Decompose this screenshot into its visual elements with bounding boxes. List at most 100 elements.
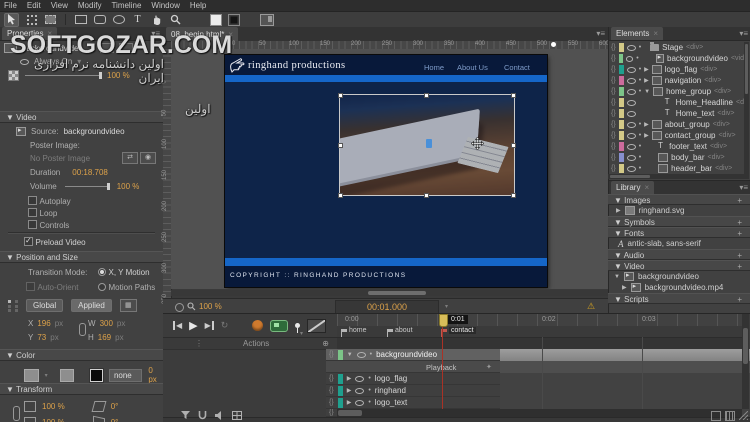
layer-row-logo-flag[interactable]: {} ▶ • logo_flag — [326, 373, 500, 385]
possize-section-header[interactable]: ▼ Position and Size — [0, 251, 163, 263]
global-button[interactable]: Global — [26, 299, 63, 312]
visibility-eye-icon[interactable] — [627, 111, 636, 117]
selection-handle-s[interactable] — [424, 193, 429, 198]
display-eye-icon[interactable] — [20, 59, 29, 65]
motion-paths-radio[interactable] — [98, 283, 106, 291]
visibility-eye-icon[interactable] — [357, 352, 366, 358]
selection-handle-e[interactable] — [511, 143, 516, 148]
volume-slider[interactable] — [65, 186, 109, 187]
library-section-scripts[interactable]: ▼ Scripts+ — [608, 293, 750, 304]
actions-braces-icon[interactable]: {} — [329, 351, 334, 358]
library-tab-close[interactable]: × — [644, 183, 649, 192]
opacity-slider[interactable] — [25, 75, 101, 76]
expand-arrow-icon[interactable]: ▶ — [622, 284, 627, 291]
library-section-images[interactable]: ▼ Images+ — [608, 194, 750, 205]
collapse-arrow-icon[interactable]: ▼ — [347, 352, 353, 358]
lock-dot-icon[interactable]: • — [639, 44, 641, 51]
menu-window[interactable]: Window — [151, 1, 179, 10]
xy-motion-radio[interactable] — [98, 268, 106, 276]
video-section-header[interactable]: ▼ Video — [0, 111, 163, 123]
timeline-v-scrollbar[interactable] — [742, 314, 749, 409]
element-name[interactable]: header_bar — [671, 164, 712, 173]
layer-name[interactable]: backgroundvideo — [376, 350, 437, 359]
foreground-swatch[interactable] — [210, 14, 222, 26]
element-row-contact-group[interactable]: {} • ▶ contact_group <div> — [608, 130, 744, 141]
elements-v-scrollbar[interactable] — [744, 42, 749, 179]
elements-h-scrollbar-thumb[interactable] — [610, 175, 650, 178]
element-name[interactable]: body_bar — [671, 153, 704, 162]
poster-camera-button[interactable]: ◉ — [140, 152, 156, 164]
controls-checkbox[interactable] — [28, 220, 37, 229]
library-section-audio[interactable]: ▼ Audio+ — [608, 249, 750, 260]
rounded-rectangle-tool-icon[interactable] — [93, 14, 106, 26]
fg-color-swatch[interactable] — [60, 369, 75, 382]
actions-braces-icon[interactable]: {} — [611, 154, 616, 161]
wh-link-icon[interactable] — [79, 323, 86, 336]
actions-braces-icon[interactable]: {} — [329, 387, 334, 394]
bg-color-swatch[interactable] — [24, 369, 39, 382]
actions-braces-icon[interactable]: {} — [611, 55, 616, 62]
library-section-video[interactable]: ▼ Video+ — [608, 260, 750, 271]
poster-swap-button[interactable]: ⇄ — [122, 152, 138, 164]
playhead-marker[interactable] — [439, 314, 448, 327]
visibility-eye-icon[interactable] — [627, 45, 636, 51]
element-row-navigation[interactable]: {} • ▶ navigation <div> — [608, 75, 744, 86]
library-panel-menu-icon[interactable]: ▾≡ — [739, 183, 748, 192]
element-row-backgroundvideo[interactable]: {} • backgroundvideo <vid — [608, 53, 744, 64]
label-flag-icon[interactable] — [341, 329, 347, 337]
filter-icon[interactable] — [181, 411, 190, 420]
element-id-field[interactable]: backgroundvideo — [22, 44, 83, 53]
timeline-label-contact[interactable]: contact — [449, 327, 476, 334]
loop-checkbox[interactable] — [28, 208, 37, 217]
visibility-eye-icon[interactable] — [627, 78, 636, 84]
menu-help[interactable]: Help — [190, 1, 206, 10]
lock-dot-icon[interactable]: • — [639, 121, 641, 128]
stage-zoom-value[interactable]: 100 % — [199, 302, 222, 311]
element-name[interactable]: Stage — [662, 43, 683, 52]
visibility-eye-icon[interactable] — [627, 144, 636, 150]
element-row-header-bar[interactable]: {} • header_bar <div> — [608, 163, 744, 174]
w-value[interactable]: 300 — [100, 319, 113, 328]
actions-braces-icon[interactable]: {} — [329, 399, 334, 406]
library-item-font[interactable]: A antic-slab, sans-serif — [608, 238, 750, 249]
document-tab[interactable]: 08_begin.html* × — [166, 27, 238, 41]
lock-dot-icon[interactable]: • — [639, 165, 641, 172]
element-name[interactable]: logo_flag — [665, 65, 697, 74]
warning-icon[interactable]: ⚠ — [587, 301, 595, 312]
document-tab-close[interactable]: × — [228, 30, 233, 39]
go-to-end-button[interactable]: ▶ — [205, 321, 214, 330]
timeline-h-scrollbar[interactable] — [337, 409, 742, 417]
properties-panel-menu-icon[interactable]: ▾≡ — [151, 29, 160, 38]
timeline-h-scrollbar-thumb[interactable] — [338, 410, 362, 416]
menu-file[interactable]: File — [4, 1, 17, 10]
y-value[interactable]: 73 — [37, 333, 46, 342]
border-color-swatch[interactable] — [90, 369, 103, 382]
scale-x-value[interactable]: 100 % — [42, 402, 65, 411]
scale-link-icon[interactable] — [13, 406, 20, 421]
element-row-body-bar[interactable]: {} • body_bar <div> — [608, 152, 744, 163]
layout-anchor-icon[interactable] — [8, 300, 18, 312]
color-section-header[interactable]: ▼ Color — [0, 349, 163, 361]
workspace-icon[interactable] — [260, 14, 274, 26]
lock-dot-icon[interactable]: • — [639, 154, 641, 161]
expand-arrow-icon[interactable]: ▶ — [347, 399, 352, 406]
actions-braces-icon[interactable]: {} — [611, 121, 616, 128]
page-nav-contact[interactable]: Contact — [504, 63, 530, 72]
menu-modify[interactable]: Modify — [78, 1, 102, 10]
expand-arrow-icon[interactable]: ▶ — [616, 207, 621, 214]
play-button[interactable]: ▶ — [189, 319, 197, 332]
page-nav-about[interactable]: About Us — [457, 63, 488, 72]
menu-view[interactable]: View — [51, 1, 68, 10]
stage-options-icon[interactable] — [175, 303, 184, 312]
visibility-eye-icon[interactable] — [627, 122, 636, 128]
element-name[interactable]: backgroundvideo — [667, 54, 728, 63]
expand-arrow-icon[interactable]: ▶ — [347, 375, 352, 382]
skew-x-value[interactable]: 0° — [111, 402, 119, 411]
border-style-select[interactable]: none ▾ — [109, 369, 142, 382]
visibility-eye-icon[interactable] — [355, 388, 364, 394]
timeline-options-caret-icon[interactable]: ▾ — [300, 330, 303, 337]
expand-arrow-icon[interactable]: ▶ — [644, 66, 649, 73]
collapse-arrow-icon[interactable]: ▼ — [644, 89, 650, 95]
audio-mute-icon[interactable] — [215, 411, 224, 420]
library-section-symbols[interactable]: ▼ Symbols+ — [608, 216, 750, 227]
